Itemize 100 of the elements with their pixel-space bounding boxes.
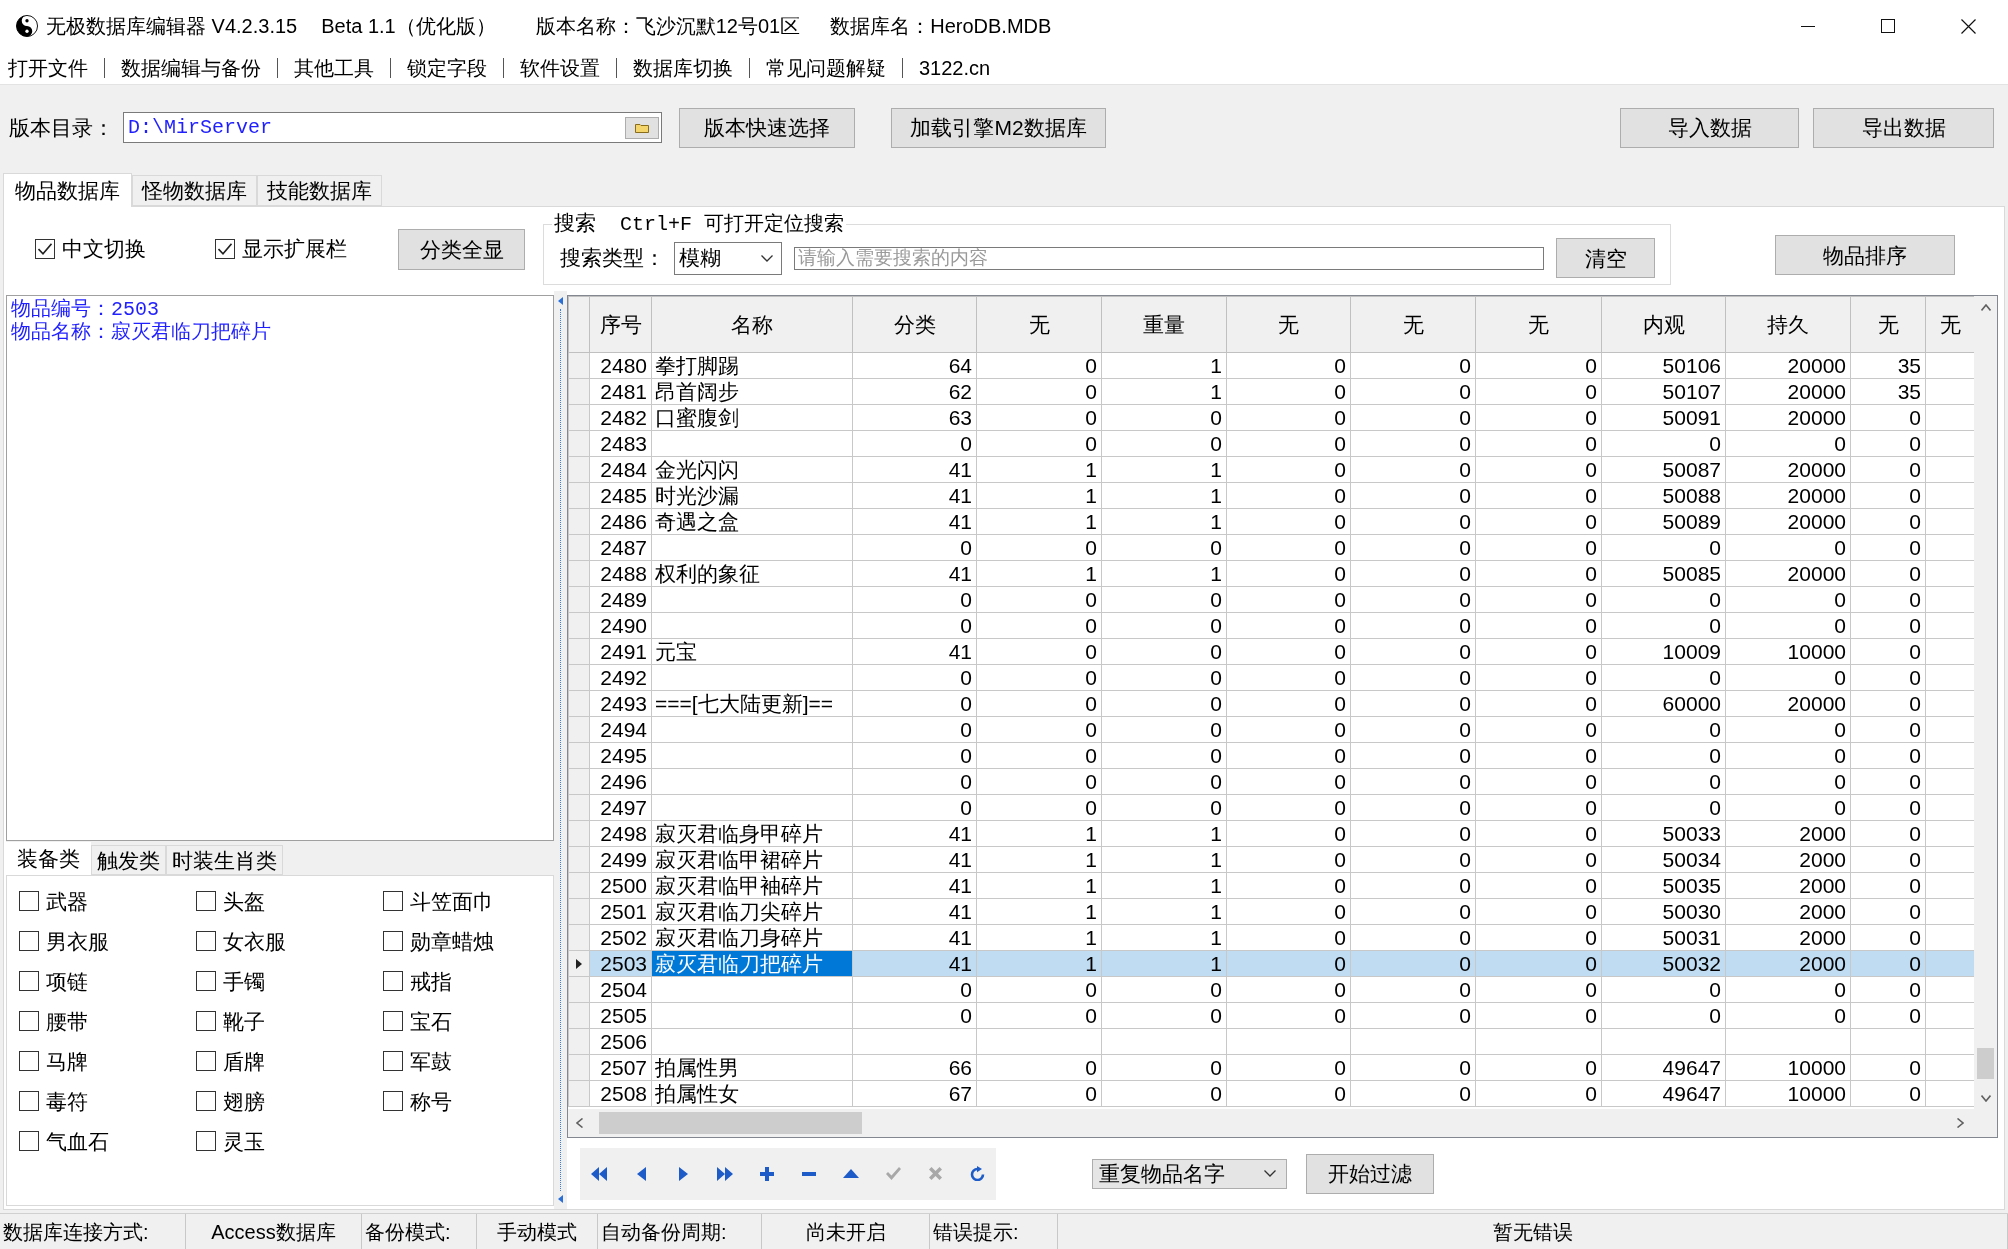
checkbox[interactable]: [383, 971, 403, 991]
table-row[interactable]: 2490 0 0 0 0 0 0 0 0 0: [568, 612, 1974, 639]
menu-item[interactable]: 数据编辑与备份: [121, 58, 261, 78]
column-header[interactable]: 分类: [852, 296, 977, 353]
menu-item[interactable]: 常见问题解疑: [766, 58, 886, 78]
left-triangle-icon[interactable]: [636, 1166, 646, 1181]
tab[interactable]: 装备类: [6, 842, 91, 875]
chevron-left-icon[interactable]: [575, 1118, 583, 1128]
chevron-up-icon[interactable]: [1980, 303, 1991, 311]
checkbox[interactable]: [19, 971, 39, 991]
column-header[interactable]: 重量: [1101, 296, 1227, 353]
tab[interactable]: 怪物数据库: [132, 175, 257, 206]
checkbox[interactable]: [383, 891, 403, 911]
chevron-down-icon[interactable]: [1980, 1094, 1991, 1102]
plus-icon[interactable]: [760, 1166, 774, 1181]
table-row[interactable]: 2496 0 0 0 0 0 0 0 0 0: [568, 768, 1974, 795]
checkbox[interactable]: [19, 1131, 39, 1151]
scroll-thumb[interactable]: [599, 1112, 862, 1134]
menu-item[interactable]: 打开文件: [8, 58, 88, 78]
checkbox[interactable]: [19, 1051, 39, 1071]
tab[interactable]: 技能数据库: [257, 175, 382, 206]
tab[interactable]: 时装生肖类: [166, 845, 283, 875]
table-row[interactable]: 2480 拳打脚踢 64 0 1 0 0 0 50106 20000 35: [568, 352, 1974, 379]
table-row[interactable]: 2508 拍属性女 67 0 0 0 0 0 49647 10000 0: [568, 1080, 1974, 1107]
column-header[interactable]: 无: [1925, 296, 1974, 353]
column-header[interactable]: 无: [1226, 296, 1351, 353]
table-row[interactable]: 2483 0 0 0 0 0 0 0 0 0: [568, 430, 1974, 457]
right-triangle-icon[interactable]: [678, 1166, 688, 1181]
table-row[interactable]: 2487 0 0 0 0 0 0 0 0 0: [568, 534, 1974, 561]
clear-button[interactable]: 清空: [1556, 238, 1655, 278]
checkbox[interactable]: [215, 238, 235, 259]
up-triangle-icon[interactable]: [843, 1169, 859, 1178]
refresh-icon[interactable]: [969, 1166, 985, 1181]
filter-dropdown[interactable]: 重复物品名字: [1092, 1158, 1287, 1189]
table-row[interactable]: 2482 口蜜腹剑 63 0 0 0 0 0 50091 20000 0: [568, 404, 1974, 431]
table-row[interactable]: 2507 拍属性男 66 0 0 0 0 0 49647 10000 0: [568, 1054, 1974, 1081]
show-all-button[interactable]: 分类全显: [398, 229, 525, 270]
table-row[interactable]: 2491 元宝 41 0 0 0 0 0 10009 10000 0: [568, 638, 1974, 665]
column-header[interactable]: 序号: [589, 296, 652, 353]
toolbar-button[interactable]: 版本快速选择: [679, 107, 855, 148]
table-row[interactable]: 2498 寂灭君临身甲碎片 41 1 1 0 0 0 50033 2000 0: [568, 820, 1974, 847]
table-row[interactable]: 2486 奇遇之盒 41 1 1 0 0 0 50089 20000 0: [568, 508, 1974, 535]
column-header[interactable]: 无: [1850, 296, 1926, 353]
column-header[interactable]: 无: [1350, 296, 1476, 353]
toolbar-button[interactable]: 导出数据: [1813, 107, 1994, 148]
checkbox[interactable]: [383, 1011, 403, 1031]
left-triangle-icon[interactable]: [558, 1195, 563, 1203]
chevron-right-icon[interactable]: [1956, 1118, 1964, 1128]
scroll-thumb[interactable]: [1977, 1048, 1994, 1079]
column-header[interactable]: 无: [976, 296, 1102, 353]
checkbox[interactable]: [19, 1091, 39, 1111]
table-row[interactable]: 2481 昂首阔步 62 0 1 0 0 0 50107 20000 35: [568, 378, 1974, 405]
checkbox[interactable]: [196, 931, 216, 951]
toolbar-button[interactable]: 导入数据: [1620, 107, 1799, 148]
left-triangle-icon[interactable]: [558, 297, 563, 305]
checkbox[interactable]: [19, 1011, 39, 1031]
checkbox[interactable]: [196, 891, 216, 911]
tab[interactable]: 物品数据库: [3, 173, 132, 207]
menu-item[interactable]: 软件设置: [520, 58, 600, 78]
table-row[interactable]: 2501 寂灭君临刀尖碎片 41 1 1 0 0 0 50030 2000 0: [568, 898, 1974, 925]
checkbox[interactable]: [196, 1051, 216, 1071]
table-row[interactable]: 2504 0 0 0 0 0 0 0 0 0: [568, 976, 1974, 1003]
checkbox[interactable]: [196, 971, 216, 991]
menu-item[interactable]: 其他工具: [294, 58, 374, 78]
column-header[interactable]: 名称: [651, 296, 853, 353]
checkbox[interactable]: [196, 1011, 216, 1031]
table-row[interactable]: 2505 0 0 0 0 0 0 0 0 0: [568, 1002, 1974, 1029]
table-row[interactable]: 2485 时光沙漏 41 1 1 0 0 0 50088 20000 0: [568, 482, 1974, 509]
horizontal-scrollbar[interactable]: [568, 1109, 1997, 1137]
search-field[interactable]: 请输入需要搜索的内容: [794, 246, 1544, 270]
menu-item[interactable]: 3122.cn: [919, 58, 991, 78]
directory-field[interactable]: D:\MirServer: [123, 112, 662, 143]
table-row[interactable]: 2503 寂灭君临刀把碎片 41 1 1 0 0 0 50032 2000 0: [568, 950, 1974, 977]
table-row[interactable]: 2502 寂灭君临刀身碎片 41 1 1 0 0 0 50031 2000 0: [568, 924, 1974, 951]
browse-button[interactable]: [625, 116, 659, 139]
table-row[interactable]: 2492 0 0 0 0 0 0 0 0 0: [568, 664, 1974, 691]
column-header[interactable]: 内观: [1601, 296, 1726, 353]
toolbar-button[interactable]: 加载引擎M2数据库: [891, 107, 1106, 148]
checkbox[interactable]: [383, 1051, 403, 1071]
table-row[interactable]: 2500 寂灭君临甲袖碎片 41 1 1 0 0 0 50035 2000 0: [568, 872, 1974, 899]
checkbox[interactable]: [383, 931, 403, 951]
table-row[interactable]: 2495 0 0 0 0 0 0 0 0 0: [568, 742, 1974, 769]
double-right-triangle-icon[interactable]: [717, 1166, 733, 1181]
table-row[interactable]: 2497 0 0 0 0 0 0 0 0 0: [568, 794, 1974, 821]
minus-icon[interactable]: [802, 1171, 816, 1176]
table-row[interactable]: 2499 寂灭君临甲裙碎片 41 1 1 0 0 0 50034 2000 0: [568, 846, 1974, 873]
checkbox[interactable]: [196, 1131, 216, 1151]
column-header[interactable]: 持久: [1725, 296, 1851, 353]
menu-item[interactable]: 数据库切换: [633, 58, 733, 78]
menu-item[interactable]: 锁定字段: [407, 58, 487, 78]
sort-button[interactable]: 物品排序: [1775, 235, 1955, 275]
checkbox[interactable]: [196, 1091, 216, 1111]
checkbox[interactable]: [19, 931, 39, 951]
table-row[interactable]: 2493 ===[七大陆更新]== 0 0 0 0 0 0 60000 20000 0: [568, 690, 1974, 717]
tab[interactable]: 触发类: [91, 845, 166, 875]
table-row[interactable]: 2506: [568, 1028, 1974, 1055]
table-row[interactable]: 2489 0 0 0 0 0 0 0 0 0: [568, 586, 1974, 613]
vertical-scrollbar[interactable]: [1974, 296, 1997, 1109]
search-type-dropdown[interactable]: 模糊: [674, 241, 782, 275]
checkbox[interactable]: [19, 891, 39, 911]
